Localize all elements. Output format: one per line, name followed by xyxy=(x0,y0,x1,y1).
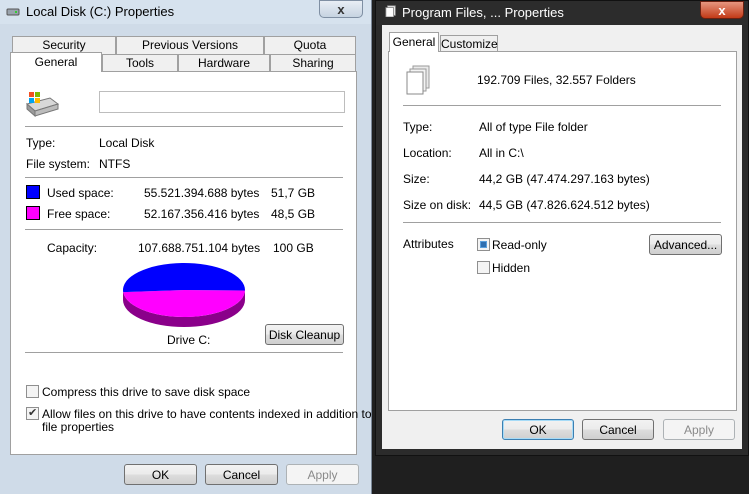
divider xyxy=(25,177,343,178)
used-space-label: Used space: xyxy=(47,186,114,200)
free-space-bytes: 52.167.356.416 bytes xyxy=(144,207,260,221)
divider xyxy=(25,352,343,353)
hidden-checkbox[interactable] xyxy=(477,261,490,274)
location-value: All in C:\ xyxy=(479,146,524,160)
type-label: Type: xyxy=(26,136,56,150)
files-icon xyxy=(406,65,430,95)
size-on-disk-label: Size on disk: xyxy=(403,198,472,212)
divider xyxy=(25,126,343,127)
program-files-properties-window: Program Files, ... Properties x General … xyxy=(375,0,749,456)
window-title: Program Files, ... Properties xyxy=(402,5,564,20)
ok-button[interactable]: OK xyxy=(502,419,574,440)
files-summary: 192.709 Files, 32.557 Folders xyxy=(477,73,636,87)
drive-name-input[interactable] xyxy=(99,91,345,113)
tab-previous-versions[interactable]: Previous Versions xyxy=(116,36,264,54)
pie-slice-used xyxy=(122,262,245,293)
size-label: Size: xyxy=(403,172,430,186)
tab-hardware[interactable]: Hardware xyxy=(178,54,270,72)
index-checkbox[interactable] xyxy=(26,406,39,420)
divider xyxy=(25,229,343,230)
compress-checkbox[interactable] xyxy=(26,385,39,398)
tab-general[interactable]: General xyxy=(389,32,439,52)
tab-sharing[interactable]: Sharing xyxy=(270,54,356,72)
type-value: Local Disk xyxy=(99,136,155,150)
disk-usage-pie xyxy=(122,262,245,327)
location-label: Location: xyxy=(403,146,452,160)
type-label: Type: xyxy=(403,120,433,134)
file-system-label: File system: xyxy=(26,157,91,171)
file-system-value: NTFS xyxy=(99,157,131,171)
index-label-line1: Allow files on this drive to have conten… xyxy=(42,407,372,421)
close-icon: x xyxy=(337,2,345,17)
apply-button[interactable]: Apply xyxy=(663,419,735,440)
capacity-label: Capacity: xyxy=(47,241,98,255)
ok-button[interactable]: OK xyxy=(124,464,197,485)
close-button[interactable]: x xyxy=(319,0,363,18)
size-value: 44,2 GB (47.474.297.163 bytes) xyxy=(479,172,650,186)
title-bar[interactable]: Program Files, ... Properties x xyxy=(376,1,748,25)
tab-tools[interactable]: Tools xyxy=(102,54,178,72)
free-space-swatch xyxy=(26,206,40,220)
cancel-button[interactable]: Cancel xyxy=(205,464,278,485)
apply-button[interactable]: Apply xyxy=(286,464,359,485)
title-bar[interactable]: Local Disk (C:) Properties x xyxy=(0,0,371,24)
compress-label: Compress this drive to save disk space xyxy=(42,385,251,399)
tab-general[interactable]: General xyxy=(10,52,102,72)
document-icon xyxy=(385,5,396,17)
used-space-bytes: 55.521.394.688 bytes xyxy=(144,186,260,200)
local-disk-properties-window: Local Disk (C:) Properties x Security Pr… xyxy=(0,0,372,494)
index-label-line2: file properties xyxy=(42,420,115,434)
divider xyxy=(403,105,721,106)
hard-drive-icon xyxy=(25,92,60,118)
window-title: Local Disk (C:) Properties xyxy=(26,4,175,19)
attributes-label: Attributes xyxy=(403,237,454,251)
close-button[interactable]: x xyxy=(700,1,744,19)
tab-quota[interactable]: Quota xyxy=(264,36,356,54)
disk-cleanup-button[interactable]: Disk Cleanup xyxy=(265,324,344,345)
hidden-label: Hidden xyxy=(492,261,531,275)
divider xyxy=(403,222,721,223)
cancel-button[interactable]: Cancel xyxy=(582,419,654,440)
type-value: All of type File folder xyxy=(479,120,588,134)
size-on-disk-value: 44,5 GB (47.826.624.512 bytes) xyxy=(479,198,650,212)
drive-icon xyxy=(6,8,20,16)
drive-label: Drive C: xyxy=(167,333,211,347)
free-space-gb: 48,5 GB xyxy=(271,207,316,221)
used-space-gb: 51,7 GB xyxy=(271,186,316,200)
free-space-label: Free space: xyxy=(47,207,111,221)
capacity-bytes: 107.688.751.104 bytes xyxy=(138,241,261,255)
used-space-swatch xyxy=(26,185,40,199)
tab-customize[interactable]: Customize xyxy=(440,35,498,52)
read-only-checkbox[interactable] xyxy=(477,238,490,251)
close-icon: x xyxy=(718,3,726,18)
advanced-button[interactable]: Advanced... xyxy=(649,234,722,255)
read-only-label: Read-only xyxy=(492,238,547,252)
capacity-gb: 100 GB xyxy=(273,241,314,255)
